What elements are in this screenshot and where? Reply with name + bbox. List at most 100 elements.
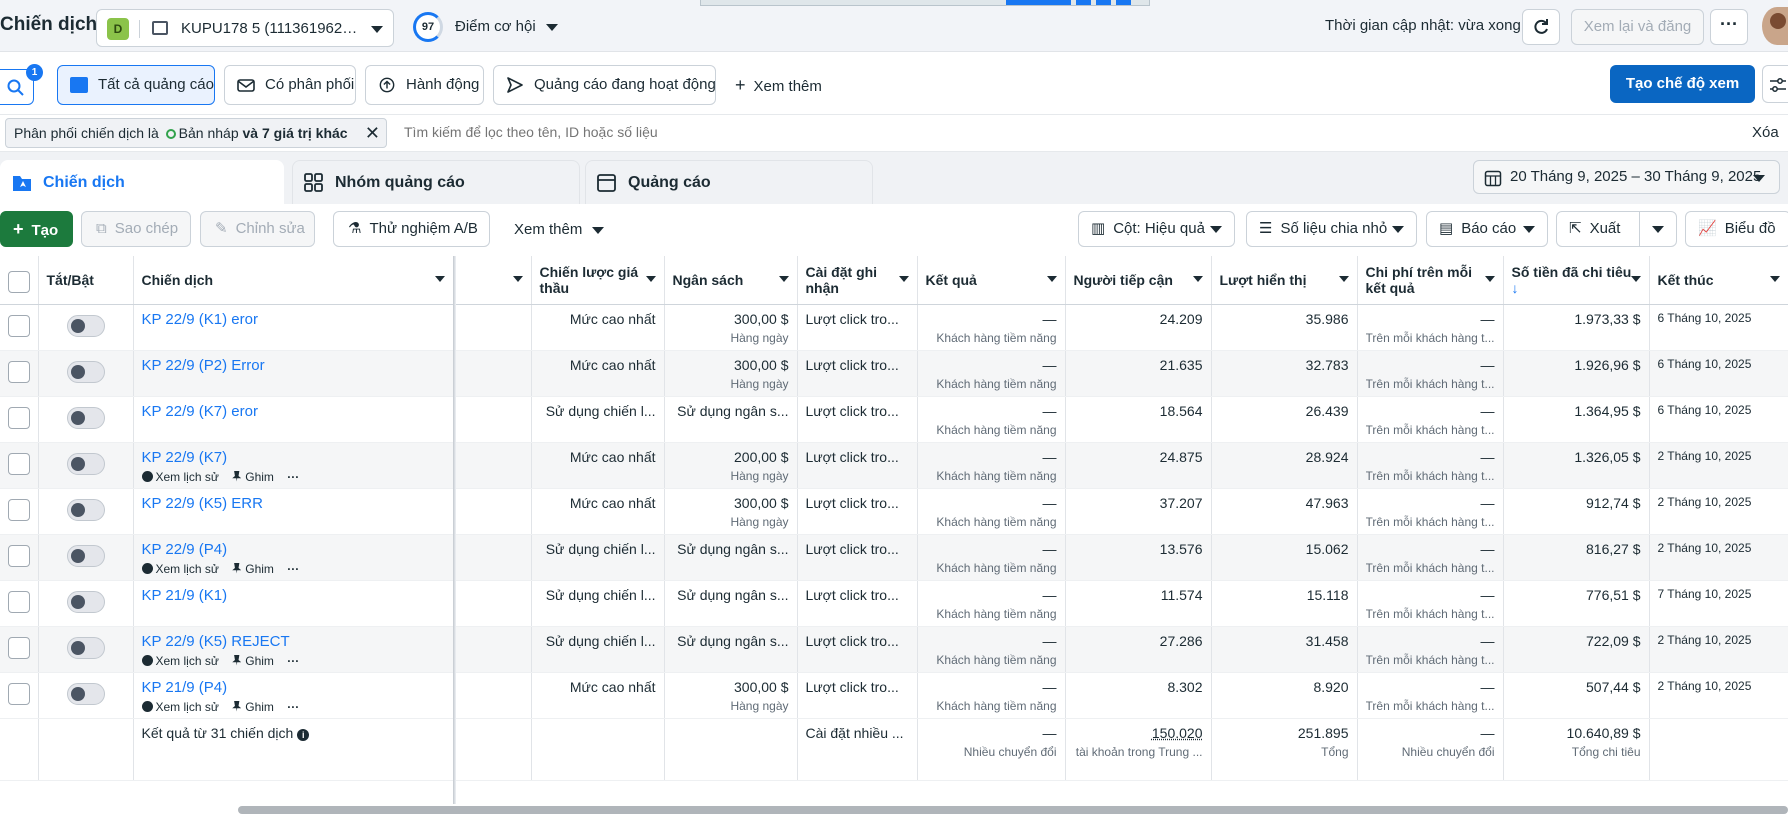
tab-ads[interactable]: Quảng cáo: [585, 160, 873, 204]
opportunity-score[interactable]: 97: [413, 12, 443, 42]
row-checkbox[interactable]: [8, 499, 30, 521]
create-view-button[interactable]: Tạo chế độ xem: [1610, 65, 1755, 103]
tab-ad-sets[interactable]: Nhóm quảng cáo: [292, 160, 580, 204]
horizontal-scrollbar[interactable]: [238, 806, 1788, 814]
row-checkbox[interactable]: [8, 545, 30, 567]
account-selector[interactable]: D KUPU178 5 (1113619624...: [96, 9, 394, 47]
campaign-name-link[interactable]: KP 22/9 (K7) eror: [142, 403, 258, 420]
toolbar-see-more[interactable]: Xem thêm: [514, 221, 604, 238]
campaign-toggle[interactable]: [67, 545, 105, 567]
col-bid-strategy[interactable]: Chiến lược giá thầu: [531, 256, 664, 304]
campaign-name-link[interactable]: KP 22/9 (K5) REJECT: [142, 633, 290, 650]
clear-filters-button[interactable]: Xóa: [1752, 124, 1779, 141]
table-row[interactable]: KP 22/9 (K1) eror Mức cao nhất 300,00 $ H…: [0, 304, 1788, 350]
col-hidden[interactable]: [453, 256, 531, 304]
summary-attribution: Cài đặt nhiều ...: [797, 718, 917, 780]
col-amount-spent[interactable]: Số tiền đã chi tiêu ↓: [1503, 256, 1649, 304]
campaign-name-link[interactable]: KP 22/9 (K1) eror: [142, 311, 258, 328]
info-icon[interactable]: i: [297, 729, 309, 741]
view-history-link[interactable]: Xem lịch sử: [142, 470, 219, 484]
table-row[interactable]: KP 21/9 (K1) Sử dụng chiến l... Sử dụng …: [0, 580, 1788, 626]
date-range-picker[interactable]: 20 Tháng 9, 2025 – 30 Tháng 9, 2025: [1473, 160, 1780, 194]
campaign-name-link[interactable]: KP 22/9 (K7): [142, 449, 228, 466]
close-icon[interactable]: ✕: [365, 119, 380, 147]
campaign-toggle[interactable]: [67, 683, 105, 705]
row-more-button[interactable]: ···: [287, 470, 299, 484]
breakdown-button[interactable]: ☰ Số liệu chia nhỏ: [1246, 211, 1417, 247]
campaign-toggle[interactable]: [67, 591, 105, 613]
chevron-down-icon[interactable]: [1652, 226, 1664, 233]
view-settings-button[interactable]: [1762, 65, 1788, 103]
row-select-cell: [0, 626, 38, 672]
row-checkbox[interactable]: [8, 453, 30, 475]
col-attribution[interactable]: Cài đặt ghi nhận: [797, 256, 917, 304]
col-impressions[interactable]: Lượt hiển thị: [1211, 256, 1357, 304]
pin-link[interactable]: Ghim: [232, 470, 274, 484]
ab-test-button[interactable]: ⚗ Thử nghiệm A/B: [333, 211, 490, 247]
filter-search-input[interactable]: [404, 124, 1104, 140]
campaign-toggle[interactable]: [67, 315, 105, 337]
export-button[interactable]: ⇱ Xuất: [1556, 211, 1677, 247]
col-cost-per-result[interactable]: Chi phí trên mỗi kết quả: [1357, 256, 1503, 304]
col-reach[interactable]: Người tiếp cận: [1065, 256, 1211, 304]
view-history-link[interactable]: Xem lịch sử: [142, 700, 219, 714]
view-history-link[interactable]: Xem lịch sử: [142, 562, 219, 576]
table-row[interactable]: KP 22/9 (K5) REJECT Xem lịch sử Ghim ···…: [0, 626, 1788, 672]
col-budget[interactable]: Ngân sách: [664, 256, 797, 304]
row-checkbox[interactable]: [8, 361, 30, 383]
user-avatar[interactable]: [1762, 7, 1788, 45]
row-checkbox[interactable]: [8, 407, 30, 429]
row-more-button[interactable]: ···: [287, 654, 299, 668]
pin-link[interactable]: Ghim: [232, 562, 274, 576]
create-button[interactable]: + Tạo: [0, 211, 73, 247]
breakdown-icon: ☰: [1259, 220, 1272, 237]
row-more-button[interactable]: ···: [287, 700, 299, 714]
row-checkbox[interactable]: [8, 683, 30, 705]
campaign-toggle[interactable]: [67, 499, 105, 521]
select-all-checkbox[interactable]: [8, 271, 30, 293]
table-row[interactable]: KP 22/9 (K7) eror Sử dụng chiến l... Sử …: [0, 396, 1788, 442]
view-history-link[interactable]: Xem lịch sử: [142, 654, 219, 668]
reports-button[interactable]: ▤ Báo cáo: [1426, 211, 1548, 247]
campaign-toggle[interactable]: [67, 637, 105, 659]
campaign-name-link[interactable]: KP 22/9 (P2) Error: [142, 357, 265, 374]
col-results[interactable]: Kết quả: [917, 256, 1065, 304]
view-all-ads[interactable]: Tất cả quảng cáo: [57, 65, 215, 105]
row-checkbox[interactable]: [8, 315, 30, 337]
campaign-name-link[interactable]: KP 21/9 (P4): [142, 679, 228, 696]
row-more-button[interactable]: ···: [287, 562, 299, 576]
table-row[interactable]: KP 22/9 (P2) Error Mức cao nhất 300,00 $…: [0, 350, 1788, 396]
campaign-name-link[interactable]: KP 21/9 (K1): [142, 587, 228, 604]
row-checkbox[interactable]: [8, 591, 30, 613]
refresh-button[interactable]: [1522, 9, 1560, 45]
review-publish-button[interactable]: Xem lại và đăng: [1571, 9, 1704, 45]
col-campaign[interactable]: Chiến dịch: [133, 256, 453, 304]
col-toggle[interactable]: Tắt/Bật: [38, 256, 133, 304]
tab-campaigns[interactable]: Chiến dịch: [0, 160, 284, 204]
table-row[interactable]: KP 22/9 (P4) Xem lịch sử Ghim ··· Sử dụn…: [0, 534, 1788, 580]
campaign-name-link[interactable]: KP 22/9 (P4): [142, 541, 228, 558]
campaign-name-link[interactable]: KP 22/9 (K5) ERR: [142, 495, 263, 512]
amount-spent-cell: 722,09 $: [1503, 626, 1649, 672]
more-options-button[interactable]: ···: [1710, 9, 1748, 45]
view-active-ads[interactable]: Quảng cáo đang hoạt động: [493, 65, 716, 105]
campaign-toggle[interactable]: [67, 407, 105, 429]
opportunity-score-label[interactable]: Điểm cơ hội: [455, 18, 558, 35]
table-row[interactable]: KP 22/9 (K5) ERR Mức cao nhất 300,00 $ Hà…: [0, 488, 1788, 534]
col-ends[interactable]: Kết thúc: [1649, 256, 1788, 304]
campaign-toggle[interactable]: [67, 453, 105, 475]
table-row[interactable]: KP 22/9 (K7) Xem lịch sử Ghim ··· Mức ca…: [0, 442, 1788, 488]
duplicate-button[interactable]: ⧉ Sao chép: [81, 211, 191, 247]
table-row[interactable]: KP 21/9 (P4) Xem lịch sử Ghim ··· Mức ca…: [0, 672, 1788, 718]
edit-button[interactable]: ✎ Chỉnh sửa: [200, 211, 315, 247]
row-checkbox[interactable]: [8, 637, 30, 659]
pin-link[interactable]: Ghim: [232, 654, 274, 668]
view-actions[interactable]: Hành động: [365, 65, 484, 105]
chart-button[interactable]: 📈 Biểu đồ: [1685, 211, 1788, 247]
pin-link[interactable]: Ghim: [232, 700, 274, 714]
see-more-views[interactable]: + Xem thêm: [735, 75, 822, 96]
view-has-delivery[interactable]: Có phân phối: [224, 65, 356, 105]
campaign-toggle[interactable]: [67, 361, 105, 383]
columns-button[interactable]: ▥ Cột: Hiệu quả: [1078, 211, 1235, 247]
filter-chip-delivery[interactable]: Phân phối chiến dịch là Bản nháp và 7 gi…: [5, 118, 387, 148]
